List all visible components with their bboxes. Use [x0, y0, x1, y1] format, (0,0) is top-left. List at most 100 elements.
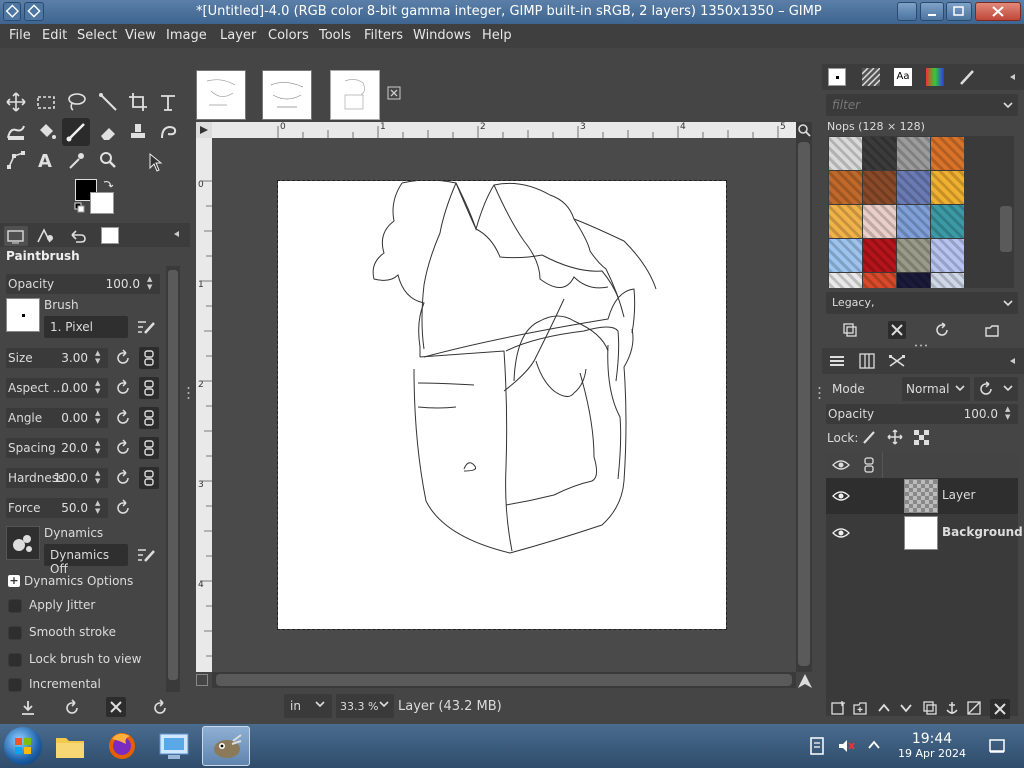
delete-pattern-icon[interactable]: [888, 321, 906, 339]
pattern-swatch[interactable]: [931, 137, 964, 170]
anchor-layer-icon[interactable]: [944, 700, 960, 716]
pattern-swatch[interactable]: [863, 205, 896, 238]
link-angle-icon[interactable]: [139, 407, 159, 429]
action-center-icon[interactable]: [808, 736, 826, 756]
menu-image[interactable]: Image: [166, 28, 207, 43]
zoom-navigator-icon[interactable]: [796, 122, 812, 138]
close-image-tab-icon[interactable]: [387, 86, 401, 100]
menu-windows[interactable]: Windows: [413, 28, 471, 43]
patterns-tab-icon[interactable]: [862, 68, 880, 86]
image-canvas[interactable]: [277, 180, 727, 630]
aspect-slider[interactable]: Aspect ... 0.00 ▲ ▼: [6, 378, 108, 398]
layer-name-layer[interactable]: Layer: [942, 488, 975, 502]
navigate-icon[interactable]: [796, 672, 814, 690]
pattern-filter-input[interactable]: filter: [826, 94, 1018, 116]
configure-layers-icon[interactable]: [1008, 356, 1018, 366]
spacing-slider[interactable]: Spacing 20.0 ▲ ▼: [6, 438, 108, 458]
default-colors-icon[interactable]: [74, 202, 86, 214]
background-color-swatch[interactable]: [90, 192, 114, 214]
device-status-tab-icon[interactable]: [34, 226, 58, 246]
mask-layer-icon[interactable]: [966, 700, 982, 716]
lock-position-icon[interactable]: [886, 428, 904, 446]
layer-row-background[interactable]: Background: [826, 515, 1023, 551]
move-tool-icon[interactable]: [4, 90, 28, 114]
reset-options-icon[interactable]: [150, 698, 170, 718]
pattern-swatch[interactable]: [931, 239, 964, 272]
quick-mask-toggle-icon[interactable]: [196, 674, 208, 686]
brushes-tab-icon[interactable]: [828, 68, 846, 86]
paintbrush-tool-icon[interactable]: [62, 118, 90, 146]
minimize-button[interactable]: [920, 2, 944, 21]
color-picker-tool-icon[interactable]: [64, 148, 88, 172]
menu-file[interactable]: File: [9, 28, 31, 43]
undo-history-tab-icon[interactable]: [66, 226, 90, 246]
incremental-checkbox[interactable]: [8, 678, 22, 692]
lock-brush-checkbox[interactable]: [8, 653, 22, 667]
reset-aspect-icon[interactable]: [113, 378, 133, 398]
hardness-spin[interactable]: ▲ ▼: [95, 469, 105, 487]
fuzzy-select-tool-icon[interactable]: [96, 90, 120, 114]
pattern-swatch[interactable]: [863, 273, 896, 288]
window-menu-icon[interactable]: [3, 2, 21, 21]
zoom-selector[interactable]: 33.3 %: [336, 694, 394, 718]
paths-tool-icon[interactable]: [4, 148, 28, 172]
volume-muted-icon[interactable]: [836, 736, 856, 756]
layer-visibility-icon[interactable]: [832, 488, 850, 504]
restore-options-icon[interactable]: [62, 698, 82, 718]
composite-mode-selector[interactable]: [974, 377, 1018, 401]
pattern-swatch[interactable]: [829, 137, 862, 170]
aspect-spin[interactable]: ▲ ▼: [95, 379, 105, 397]
menu-colors[interactable]: Colors: [268, 28, 309, 43]
spacing-spin[interactable]: ▲ ▼: [95, 439, 105, 457]
expand-dynamics-icon[interactable]: +: [8, 575, 20, 587]
zoom-tool-icon[interactable]: [96, 148, 120, 172]
pattern-swatch[interactable]: [863, 137, 896, 170]
left-dock-resize-handle[interactable]: [187, 385, 190, 401]
maximize-button[interactable]: [946, 2, 972, 21]
eraser-tool-icon[interactable]: [96, 120, 120, 144]
reset-angle-icon[interactable]: [113, 408, 133, 428]
duplicate-layer-icon[interactable]: [922, 700, 938, 716]
pattern-swatch[interactable]: [829, 239, 862, 272]
smudge-tool-icon[interactable]: [156, 120, 180, 144]
angle-spin[interactable]: ▲ ▼: [95, 409, 105, 427]
angle-slider[interactable]: Angle 0.00 ▲ ▼: [6, 408, 108, 428]
smooth-stroke-checkbox[interactable]: [8, 626, 22, 640]
clone-tool-icon[interactable]: [126, 120, 150, 144]
image-tab-3-active[interactable]: [330, 70, 380, 120]
gimp-taskbar-icon[interactable]: [202, 726, 250, 766]
layer-name-background[interactable]: Background: [942, 525, 1023, 539]
pattern-swatch[interactable]: [931, 205, 964, 238]
channels-tab-icon[interactable]: [858, 352, 876, 370]
control-panel-taskbar-icon[interactable]: [150, 726, 198, 766]
dock-separator[interactable]: [914, 344, 928, 347]
file-explorer-taskbar-icon[interactable]: [46, 726, 94, 766]
pattern-swatch[interactable]: [897, 137, 930, 170]
clock[interactable]: 19:44 19 Apr 2024: [896, 731, 968, 760]
pattern-swatch[interactable]: [829, 205, 862, 238]
edit-brush-icon[interactable]: [136, 318, 156, 336]
delete-layer-icon[interactable]: [990, 699, 1010, 719]
pattern-swatch[interactable]: [897, 171, 930, 204]
pattern-swatch[interactable]: [829, 273, 862, 288]
save-options-icon[interactable]: [18, 698, 38, 718]
pattern-swatch[interactable]: [863, 239, 896, 272]
edit-dynamics-icon[interactable]: [136, 546, 156, 564]
show-desktop-icon[interactable]: [988, 738, 1006, 754]
pattern-swatch[interactable]: [863, 171, 896, 204]
tool-options-scrollbar[interactable]: [166, 266, 180, 692]
warp-tool-icon[interactable]: [4, 120, 28, 144]
opacity-slider[interactable]: Opacity 100.0 ▲ ▼: [6, 274, 160, 294]
menu-layer[interactable]: Layer: [220, 28, 256, 43]
apply-jitter-checkbox[interactable]: [8, 599, 22, 613]
filter-dropdown-icon[interactable]: [1002, 98, 1014, 112]
close-button[interactable]: [975, 2, 1021, 21]
force-spin[interactable]: ▲ ▼: [95, 499, 105, 517]
start-button[interactable]: [4, 727, 42, 765]
configure-resources-icon[interactable]: [1008, 72, 1018, 82]
menu-filters[interactable]: Filters: [364, 28, 403, 43]
transform-tool-icon[interactable]: [156, 90, 180, 114]
pattern-swatch[interactable]: [897, 205, 930, 238]
right-dock-resize-handle[interactable]: [818, 385, 821, 401]
configure-tab-icon[interactable]: [172, 229, 182, 239]
